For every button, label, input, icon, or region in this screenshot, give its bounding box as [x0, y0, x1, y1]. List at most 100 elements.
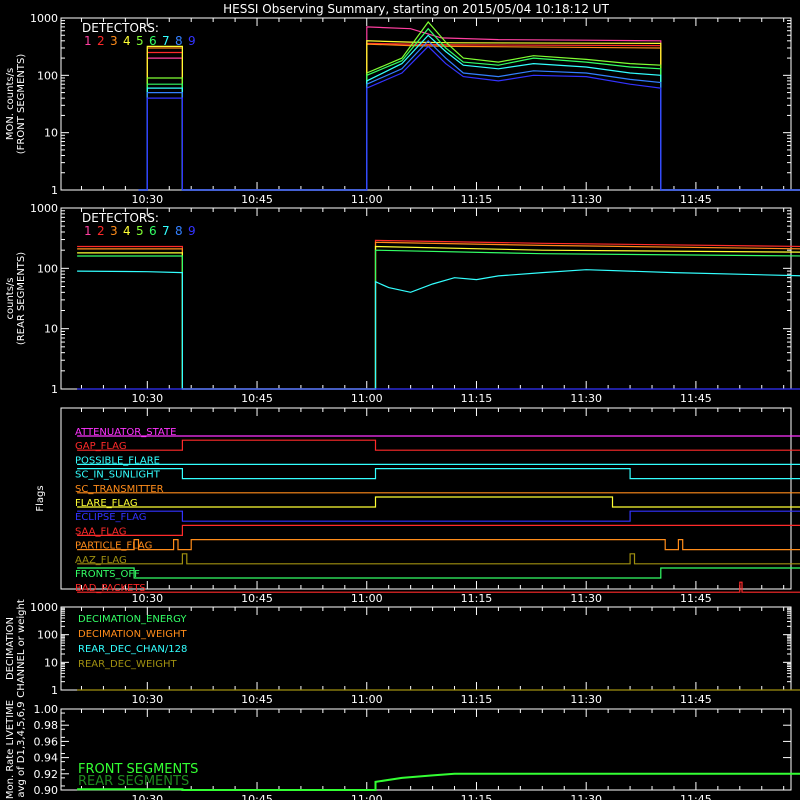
series-line-rear-3 [77, 241, 800, 390]
flag-label: FRONTS_OFF [75, 569, 140, 580]
detector-number-9: 9 [188, 224, 196, 238]
detector-number-4: 4 [123, 224, 131, 238]
x-tick-label: 11:00 [351, 392, 383, 405]
y-tick-label: 0.90 [34, 784, 59, 797]
figure-title: HESSI Observing Summary, starting on 201… [223, 2, 609, 16]
y-axis-label: counts/s [5, 277, 16, 319]
series-line-rear-2 [77, 239, 800, 390]
plot-frame [60, 207, 792, 390]
x-tick-label: 11:00 [351, 592, 383, 605]
y-tick-label: 1000 [30, 12, 58, 25]
panel-livetime: 10:30 10:45 11:00 11:15 11:30 11:45 0.90 0.92 0.… [5, 700, 800, 800]
y-tick-label: 100 [37, 69, 58, 82]
x-tick-label: 10:45 [241, 693, 273, 706]
x-tick-label: 11:15 [461, 392, 493, 405]
y-tick-label: 1 [51, 684, 58, 697]
flag-line-eclipse-flag [77, 510, 800, 522]
x-tick-label: 11:45 [680, 592, 712, 605]
y-tick-label: 0.96 [34, 735, 59, 748]
x-tick-label: 10:30 [131, 793, 163, 800]
detector-number-2: 2 [97, 224, 105, 238]
panels: 10:30 10:45 11:00 11:15 11:30 11:451101001000… [5, 12, 800, 800]
x-tick-label: 10:30 [131, 193, 163, 206]
series-line-front-6 [138, 27, 800, 191]
detector-number-7: 7 [162, 34, 170, 48]
y-axis-label-secondary: (FRONT SEGMENTS) [16, 54, 27, 155]
detector-number-6: 6 [149, 34, 157, 48]
series-line-rear-4 [77, 245, 800, 390]
y-axis-label: Flags [35, 485, 46, 511]
y-axis-label: Mon. Rate LIVETIME [5, 700, 16, 799]
x-tick-label: 11:15 [461, 592, 493, 605]
detector-number-4: 4 [123, 34, 131, 48]
y-tick-label: 10 [44, 323, 58, 336]
flag-line-bad-packets [77, 581, 800, 593]
flag-line-flare-flag [77, 496, 800, 508]
detector-number-5: 5 [136, 34, 144, 48]
detector-number-1: 1 [84, 224, 92, 238]
y-axis-label: MON. counts/s [5, 68, 16, 140]
y-tick-label: 0.94 [34, 752, 59, 765]
series-line-rear-6 [77, 249, 800, 390]
x-tick-label: 11:45 [680, 793, 712, 800]
detector-number-9: 9 [188, 34, 196, 48]
y-tick-label: 0.92 [34, 768, 59, 781]
detector-number-8: 8 [175, 224, 183, 238]
flag-label: ECLIPSE_FLAG [75, 512, 146, 523]
y-tick-label: 1 [51, 184, 58, 197]
x-tick-label: 11:30 [570, 793, 602, 800]
series-line-front-9 [138, 45, 800, 191]
y-tick-label: 10 [44, 127, 58, 140]
x-tick-label: 11:30 [570, 592, 602, 605]
x-tick-label: 11:00 [351, 793, 383, 800]
x-tick-label: 10:45 [241, 592, 273, 605]
panel-front: 10:30 10:45 11:00 11:15 11:30 11:45 1 10 100 1000… [5, 12, 800, 206]
y-tick-label: 0.98 [34, 719, 59, 732]
series-line-front-5 [138, 21, 800, 191]
flag-line-fronts-off [77, 567, 800, 579]
y-tick-label: 10 [44, 656, 58, 669]
detector-number-8: 8 [175, 34, 183, 48]
y-tick-label: 100 [37, 629, 58, 642]
panel-decimation: 10:30 10:45 11:00 11:15 11:30 11:45 1 10 100 1000… [5, 599, 800, 706]
x-tick-label: 11:15 [461, 793, 493, 800]
observing-summary-figure: HESSI Observing Summary, starting on 201… [5, 2, 800, 800]
series-line-rear-7 [77, 269, 800, 390]
y-tick-label: 100 [37, 262, 58, 275]
y-axis-label: DECIMATION [5, 617, 16, 680]
flag-line-aaz-flag [77, 553, 800, 565]
x-tick-label: 11:45 [680, 193, 712, 206]
x-tick-label: 11:30 [570, 693, 602, 706]
detector-number-3: 3 [110, 224, 118, 238]
x-tick-label: 11:15 [461, 193, 493, 206]
x-tick-label: 10:30 [131, 693, 163, 706]
x-tick-label: 11:00 [351, 193, 383, 206]
y-axis-label-secondary: CHANNEL or weight [16, 599, 27, 698]
detector-number-2: 2 [97, 34, 105, 48]
y-axis-label-secondary: avg of D1,3,4,5,6,9 [16, 701, 27, 797]
series-line-front-1 [138, 26, 800, 191]
x-tick-label: 10:45 [241, 392, 273, 405]
detector-number-7: 7 [162, 224, 170, 238]
detectors-label: DETECTORS: [82, 21, 159, 35]
x-tick-label: 11:30 [570, 193, 602, 206]
panel-rear: 10:30 10:45 11:00 11:15 11:30 11:45 1 10 100 1000… [5, 202, 800, 405]
legend-entry: REAR SEGMENTS [78, 774, 189, 789]
detector-number-3: 3 [110, 34, 118, 48]
flag-line-sc-in-sunlight [77, 468, 800, 480]
legend-entry: REAR_DEC_WEIGHT [78, 659, 177, 670]
y-tick-label: 1000 [30, 202, 58, 215]
y-axis-label-secondary: (REAR SEGMENTS) [16, 252, 27, 345]
x-tick-label: 10:45 [241, 193, 273, 206]
x-tick-label: 11:45 [680, 392, 712, 405]
y-tick-label: 1.00 [34, 703, 59, 716]
x-tick-label: 11:30 [570, 392, 602, 405]
flag-label: SC_IN_SUNLIGHT [75, 470, 161, 481]
detectors-label: DETECTORS: [82, 211, 159, 225]
flag-line-gap-flag [77, 439, 800, 451]
y-tick-label: 1000 [30, 601, 58, 614]
flag-line-particle-flag [77, 538, 800, 551]
detector-number-6: 6 [149, 224, 157, 238]
detector-number-1: 1 [84, 34, 92, 48]
x-tick-label: 11:15 [461, 693, 493, 706]
